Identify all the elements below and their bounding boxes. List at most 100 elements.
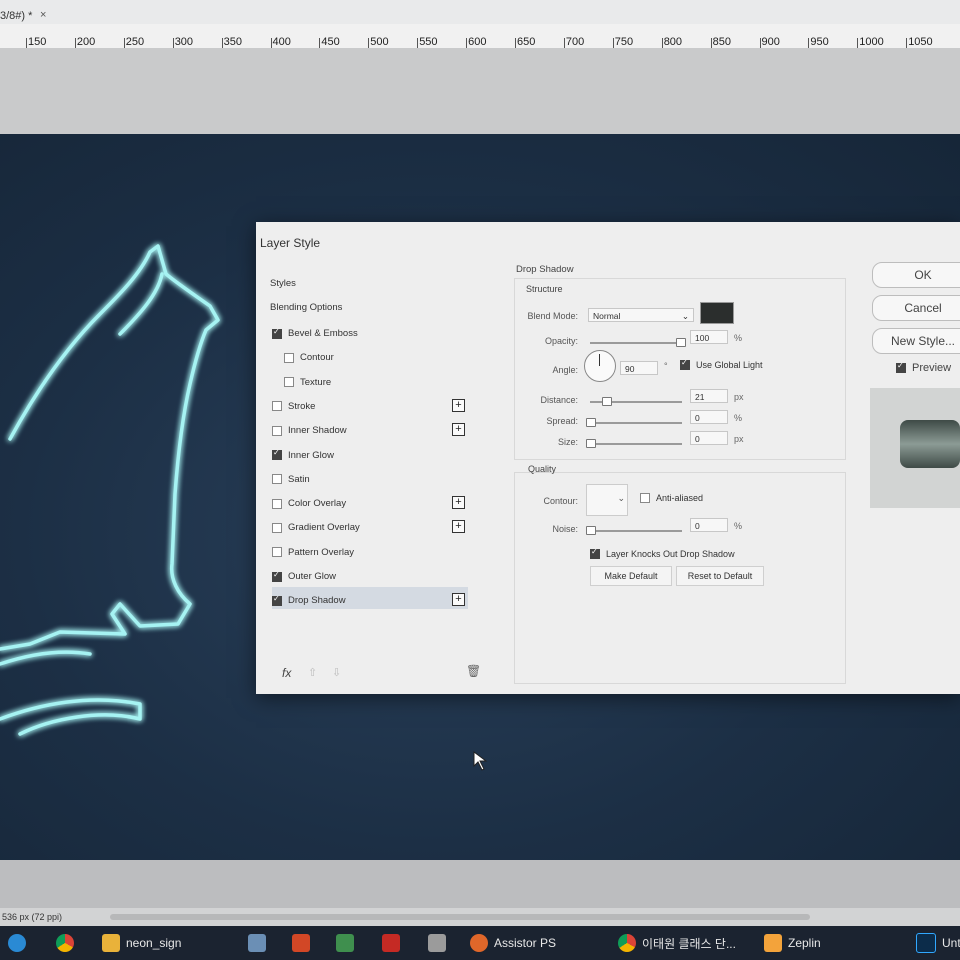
size-slider-knob[interactable] <box>586 439 596 448</box>
horizontal-scrollbar[interactable] <box>110 914 810 920</box>
ruler-tick-label: 500 <box>370 36 389 48</box>
fx-icon[interactable]: fx <box>282 666 291 680</box>
app-icon-1[interactable] <box>248 930 272 956</box>
style-item-checkbox[interactable] <box>272 547 282 558</box>
ruler-tick-label: 150 <box>28 36 47 48</box>
style-item-checkbox[interactable] <box>272 522 282 533</box>
style-item-checkbox[interactable] <box>272 448 282 460</box>
acrobat-icon[interactable] <box>382 930 406 956</box>
chrome-icon[interactable] <box>56 930 80 956</box>
taskbar-assistor[interactable]: Assistor PS <box>470 930 556 956</box>
style-item-checkbox[interactable] <box>272 327 282 339</box>
angle-input[interactable]: 90 <box>620 361 658 375</box>
ruler-tick-line <box>612 38 614 48</box>
style-item[interactable]: Drop Shadow <box>272 594 346 607</box>
style-item[interactable]: Pattern Overlay <box>272 547 354 558</box>
style-item[interactable]: Satin <box>272 474 310 485</box>
zeplin-icon <box>764 934 782 952</box>
add-effect-icon[interactable]: + <box>452 496 465 510</box>
style-item-label: Gradient Overlay <box>288 522 360 534</box>
style-item[interactable]: Inner Glow <box>272 448 334 461</box>
taskbar-chrome-window[interactable]: 이태원 클래스 단... <box>618 930 736 956</box>
size-input[interactable]: 0 <box>690 431 728 445</box>
distance-unit: px <box>734 392 744 402</box>
noise-slider-knob[interactable] <box>586 526 596 535</box>
spread-slider[interactable] <box>590 422 682 424</box>
spread-input[interactable]: 0 <box>690 410 728 424</box>
trash-icon[interactable]: 🗑 <box>466 664 481 678</box>
anti-aliased-checkbox[interactable] <box>640 493 650 503</box>
close-tab-icon[interactable]: × <box>40 9 46 21</box>
make-default-button[interactable]: Make Default <box>590 566 672 586</box>
opacity-slider[interactable] <box>590 342 682 344</box>
reset-to-default-button[interactable]: Reset to Default <box>676 566 764 586</box>
style-item-checkbox[interactable] <box>284 377 294 388</box>
preview-checkbox[interactable] <box>896 361 906 373</box>
styles-header[interactable]: Styles <box>270 278 296 289</box>
style-item[interactable]: Texture <box>284 377 331 388</box>
ruler-tick-line <box>74 38 76 48</box>
style-item-label: Bevel & Emboss <box>288 328 358 339</box>
use-global-light-checkbox[interactable] <box>680 358 690 370</box>
style-item[interactable]: Gradient Overlay <box>272 522 360 533</box>
style-item[interactable]: Stroke <box>272 401 315 412</box>
taskbar-label: neon_sign <box>126 936 182 950</box>
taskbar-photoshop[interactable]: Unt <box>916 930 960 956</box>
edge-icon[interactable] <box>8 930 32 956</box>
layer-knocks-out[interactable]: Layer Knocks Out Drop Shadow <box>590 547 735 559</box>
style-item-checkbox[interactable] <box>272 474 282 485</box>
style-item[interactable]: Bevel & Emboss <box>272 327 358 339</box>
move-down-icon[interactable]: ⇩ <box>332 666 341 679</box>
folder-icon <box>102 934 120 952</box>
style-item[interactable]: Inner Shadow <box>272 425 347 436</box>
style-item[interactable]: Outer Glow <box>272 570 336 582</box>
pasteboard-bottom <box>0 860 960 910</box>
style-item[interactable]: Color Overlay <box>272 498 346 509</box>
blend-mode-select[interactable]: Normal ⌄ <box>588 308 694 322</box>
add-effect-icon[interactable]: + <box>452 423 465 437</box>
ruler-tick-label: 1000 <box>859 36 884 48</box>
ruler-tick-line <box>808 38 810 48</box>
angle-dial[interactable] <box>584 350 616 382</box>
windows-taskbar: neon_sign Assistor PS 이태원 클래스 단... Zepli… <box>0 926 960 960</box>
use-global-light[interactable]: Use Global Light <box>680 358 763 370</box>
taskbar-zeplin[interactable]: Zeplin <box>764 930 821 956</box>
style-item-checkbox[interactable] <box>272 425 282 436</box>
style-item-label: Drop Shadow <box>288 595 346 607</box>
opacity-input[interactable]: 100 <box>690 330 728 344</box>
style-item-checkbox[interactable] <box>284 352 294 363</box>
new-style-button[interactable]: New Style... <box>872 328 960 354</box>
style-item-checkbox[interactable] <box>272 570 282 582</box>
dialog-title: Layer Style <box>260 236 321 250</box>
ok-button[interactable]: OK <box>872 262 960 288</box>
contour-picker[interactable]: ⌄ <box>586 484 628 516</box>
typora-icon[interactable] <box>428 930 452 956</box>
style-item-checkbox[interactable] <box>272 498 282 509</box>
add-effect-icon[interactable]: + <box>452 520 465 534</box>
cancel-button[interactable]: Cancel <box>872 295 960 321</box>
style-item-label: Inner Shadow <box>288 425 347 437</box>
noise-input[interactable]: 0 <box>690 518 728 532</box>
style-item[interactable]: Contour <box>284 352 334 363</box>
add-effect-icon[interactable]: + <box>452 398 465 412</box>
taskbar-neon-sign[interactable]: neon_sign <box>102 930 181 956</box>
excel-icon[interactable] <box>336 930 360 956</box>
distance-input[interactable]: 21 <box>690 389 728 403</box>
style-item-checkbox[interactable] <box>272 594 282 606</box>
document-tab-label[interactable]: 3/8#) * <box>0 10 32 22</box>
add-effect-icon[interactable]: + <box>452 593 465 607</box>
spread-slider-knob[interactable] <box>586 418 596 427</box>
distance-slider-knob[interactable] <box>602 397 612 406</box>
size-slider[interactable] <box>590 443 682 445</box>
style-item-checkbox[interactable] <box>272 401 282 412</box>
move-up-icon[interactable]: ⇧ <box>308 666 317 679</box>
layer-knocks-out-checkbox[interactable] <box>590 547 600 559</box>
ruler-tick-line <box>123 38 125 48</box>
shadow-color-swatch[interactable] <box>700 302 734 324</box>
preview-toggle[interactable]: Preview <box>896 361 951 374</box>
opacity-slider-knob[interactable] <box>676 338 686 347</box>
powerpoint-icon[interactable] <box>292 930 316 956</box>
noise-slider[interactable] <box>590 530 682 532</box>
anti-aliased[interactable]: Anti-aliased <box>640 493 703 503</box>
blending-options[interactable]: Blending Options <box>270 302 342 313</box>
